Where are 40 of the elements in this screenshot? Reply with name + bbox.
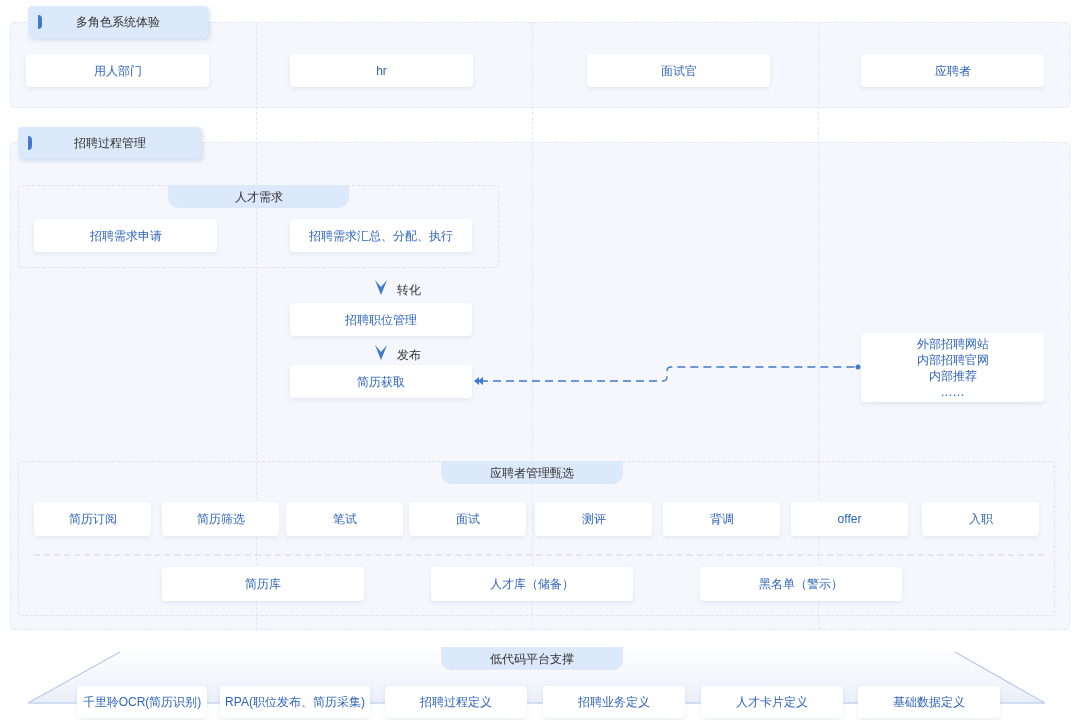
source-text: …… <box>940 383 965 400</box>
source-text: 内部招聘官网 <box>916 351 989 368</box>
section-title: 招聘过程管理 <box>72 135 147 152</box>
platform-card: 人才卡片定义 <box>701 686 843 718</box>
group-title: 人才需求 <box>168 185 349 208</box>
platform-card: 基础数据定义 <box>858 686 1000 718</box>
chevron-down-icon <box>375 280 387 295</box>
step-card: 面试 <box>409 502 526 536</box>
platform-card: RPA(职位发布、简历采集) <box>220 686 370 718</box>
process-card: 招聘职位管理 <box>290 303 472 336</box>
pool-card: 人才库（储备） <box>431 567 633 601</box>
pool-card: 简历库 <box>162 567 364 601</box>
role-card: hr <box>290 54 473 87</box>
flow-label: 发布 <box>397 347 421 364</box>
step-card: 入职 <box>922 502 1039 536</box>
bar-icon <box>28 136 32 150</box>
platform-card: 招聘过程定义 <box>385 686 527 718</box>
platform-card: 千里聆OCR(简历识别) <box>77 686 207 718</box>
source-text: 内部推荐 <box>928 367 977 384</box>
pool-card: 黑名单（警示） <box>700 567 902 601</box>
demand-card: 招聘需求汇总、分配、执行 <box>290 219 472 252</box>
chevron-down-icon <box>375 345 387 360</box>
role-card: 用人部门 <box>26 54 209 87</box>
step-card: 背调 <box>663 502 780 536</box>
source-text: 外部招聘网站 <box>916 335 989 352</box>
demand-card: 招聘需求申请 <box>34 219 217 252</box>
platform-card: 招聘业务定义 <box>543 686 685 718</box>
role-card: 应聘者 <box>861 54 1044 87</box>
step-card: 笔试 <box>286 502 403 536</box>
group-title: 低代码平台支撑 <box>441 647 623 670</box>
role-card: 面试官 <box>587 54 770 87</box>
section-title: 多角色系统体验 <box>75 14 161 31</box>
step-card: 简历订阅 <box>34 502 151 536</box>
flow-label: 转化 <box>397 282 421 299</box>
step-card: 测评 <box>535 502 652 536</box>
process-card: 简历获取 <box>290 365 472 398</box>
step-card: offer <box>791 502 908 536</box>
step-card: 简历筛选 <box>162 502 279 536</box>
bar-icon <box>38 15 42 29</box>
group-title: 应聘者管理甄选 <box>441 461 623 484</box>
